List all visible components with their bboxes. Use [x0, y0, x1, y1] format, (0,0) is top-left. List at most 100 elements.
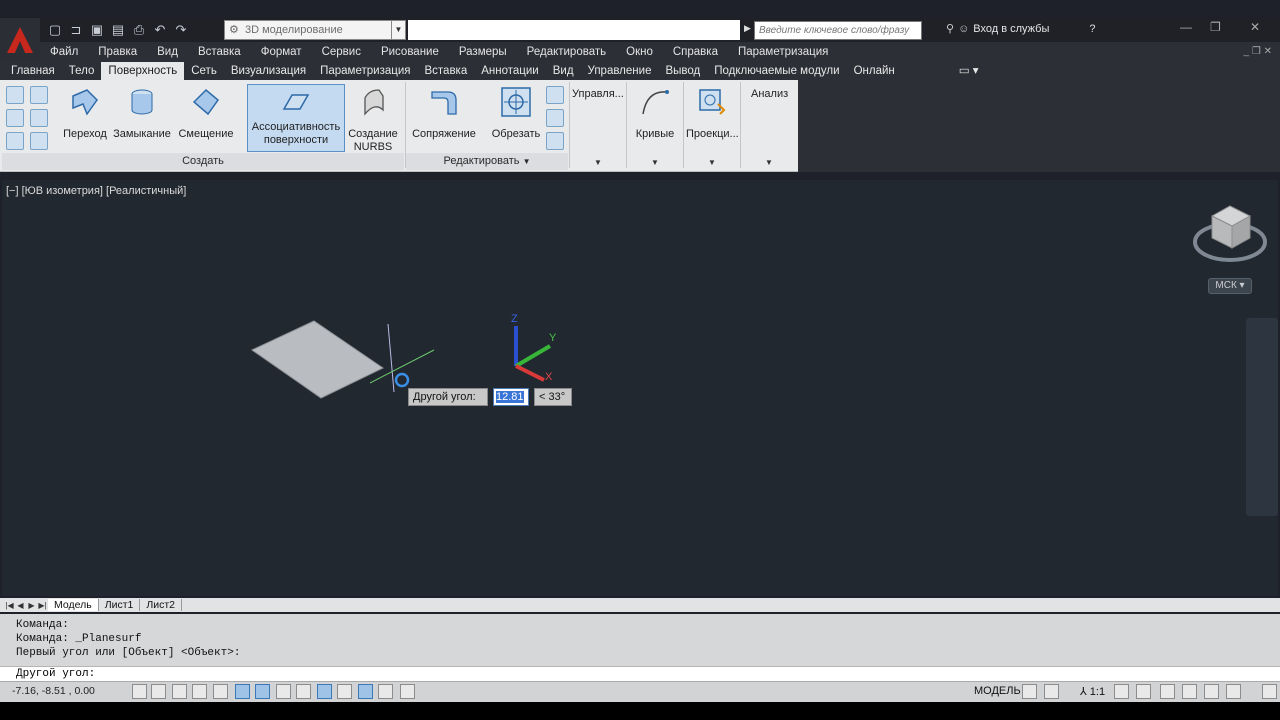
- new-file-icon[interactable]: ▢: [46, 21, 64, 39]
- curves-button[interactable]: Кривые: [630, 86, 680, 141]
- sculpt-icon[interactable]: [546, 132, 564, 150]
- search-input[interactable]: Введите ключевое слово/фразу: [754, 21, 922, 40]
- dynamic-input-distance[interactable]: 12.81: [493, 388, 529, 406]
- menu-help[interactable]: Справка: [663, 46, 728, 58]
- quick-properties-icon[interactable]: [378, 684, 393, 699]
- last-layout-icon[interactable]: ▶|: [37, 601, 48, 610]
- selection-cycling-icon[interactable]: [400, 684, 415, 699]
- object-snap-tracking-icon[interactable]: [276, 684, 291, 699]
- clean-screen-icon[interactable]: [1262, 684, 1277, 699]
- snap-mode-icon[interactable]: [151, 684, 166, 699]
- analysis-expand-icon[interactable]: ▼: [765, 158, 773, 167]
- tab-render[interactable]: Визуализация: [224, 62, 313, 80]
- workspace-dropdown[interactable]: ⚙ 3D моделирование ▼: [224, 20, 406, 40]
- tab-output[interactable]: Вывод: [658, 62, 707, 80]
- tab-manage[interactable]: Управление: [581, 62, 659, 80]
- coordinates-readout[interactable]: -7.16, -8.51 , 0.00: [12, 685, 95, 697]
- polar-tracking-icon[interactable]: [213, 684, 228, 699]
- lock-ui-icon[interactable]: [1182, 684, 1197, 699]
- tab-parametric[interactable]: Параметризация: [313, 62, 417, 80]
- menu-window[interactable]: Окно: [616, 46, 663, 58]
- menu-file[interactable]: Файл: [40, 46, 88, 58]
- tab-annotate[interactable]: Аннотации: [474, 62, 545, 80]
- menu-edit[interactable]: Правка: [88, 46, 147, 58]
- patch-icon[interactable]: [6, 132, 24, 150]
- tab-model[interactable]: Модель: [48, 599, 99, 611]
- menu-draw[interactable]: Рисование: [371, 46, 449, 58]
- revolve-surface-icon[interactable]: [6, 109, 24, 127]
- tab-view[interactable]: Вид: [546, 62, 581, 80]
- open-file-icon[interactable]: ⊐: [67, 21, 85, 39]
- menu-dimension[interactable]: Размеры: [449, 46, 517, 58]
- grid-display-icon[interactable]: [172, 684, 187, 699]
- search-expand-icon[interactable]: ▶: [744, 23, 751, 34]
- tab-insert[interactable]: Вставка: [417, 62, 474, 80]
- workspace-switching-icon[interactable]: [1160, 684, 1175, 699]
- next-layout-icon[interactable]: ▶: [26, 601, 37, 610]
- blend-icon[interactable]: [30, 132, 48, 150]
- auto-scale-icon[interactable]: [1136, 684, 1151, 699]
- drawing-canvas[interactable]: [2, 180, 1278, 596]
- untrim-icon[interactable]: [546, 86, 564, 104]
- fillet-button[interactable]: Сопряжение: [408, 86, 480, 141]
- ortho-mode-icon[interactable]: [192, 684, 207, 699]
- model-space-button[interactable]: МОДЕЛЬ: [974, 685, 1021, 697]
- menu-format[interactable]: Формат: [251, 46, 312, 58]
- 3d-object-snap-icon[interactable]: [255, 684, 270, 699]
- edit-panel-title[interactable]: Редактировать ▼: [406, 153, 568, 170]
- lineweight-icon[interactable]: [337, 684, 352, 699]
- tab-mesh[interactable]: Сеть: [184, 62, 224, 80]
- extend-icon[interactable]: [546, 109, 564, 127]
- menu-tools[interactable]: Сервис: [312, 46, 371, 58]
- chevron-down-icon[interactable]: ▼: [391, 21, 405, 39]
- offset-button[interactable]: Смещение: [176, 86, 236, 141]
- curves-expand-icon[interactable]: ▼: [651, 158, 659, 167]
- annotation-visibility-icon[interactable]: [1114, 684, 1129, 699]
- menu-insert[interactable]: Вставка: [188, 46, 251, 58]
- close-icon[interactable]: ✕: [1250, 20, 1260, 34]
- undo-icon[interactable]: ↶: [151, 21, 169, 39]
- network-button[interactable]: Замыкание: [112, 86, 172, 141]
- annotation-scale[interactable]: ⅄ 1:1: [1080, 685, 1105, 698]
- trim-button[interactable]: Обрезать: [488, 86, 544, 141]
- save-icon[interactable]: ▣: [88, 21, 106, 39]
- command-input[interactable]: Другой угол:: [0, 666, 1280, 681]
- tab-online[interactable]: Онлайн: [847, 62, 902, 80]
- menu-view[interactable]: Вид: [147, 46, 188, 58]
- menu-modify[interactable]: Редактировать: [517, 46, 616, 58]
- tab-layout2[interactable]: Лист2: [140, 599, 183, 611]
- navigation-bar[interactable]: [1246, 318, 1278, 516]
- tab-surface[interactable]: Поверхность: [101, 62, 185, 80]
- hardware-acceleration-icon[interactable]: [1204, 684, 1219, 699]
- save-as-icon[interactable]: ▤: [109, 21, 127, 39]
- document-window-controls[interactable]: _ ❐ ✕: [1244, 46, 1272, 57]
- binoculars-icon[interactable]: ⚲: [946, 22, 954, 35]
- tab-layout1[interactable]: Лист1: [99, 599, 141, 611]
- dynamic-ucs-icon[interactable]: [296, 684, 311, 699]
- help-icon[interactable]: ?: [1089, 23, 1095, 35]
- dynamic-input-icon[interactable]: [317, 684, 332, 699]
- transparency-icon[interactable]: [358, 684, 373, 699]
- associativity-button[interactable]: Ассоциативность поверхности: [247, 84, 345, 152]
- ucs-menu[interactable]: МСК ▾: [1208, 278, 1252, 294]
- sweep-surface-icon[interactable]: [30, 109, 48, 127]
- extrude-surface-icon[interactable]: [30, 86, 48, 104]
- isolate-objects-icon[interactable]: [1226, 684, 1241, 699]
- loft-button[interactable]: Переход: [62, 86, 108, 141]
- dynamic-input-angle[interactable]: < 33°: [534, 388, 572, 406]
- quick-view-layouts-icon[interactable]: [1022, 684, 1037, 699]
- application-menu-button[interactable]: [0, 18, 40, 62]
- menu-parametric[interactable]: Параметризация: [728, 46, 838, 58]
- tab-plugins[interactable]: Подключаемые модули: [707, 62, 846, 80]
- ribbon-options-icon[interactable]: ▭ ▾: [952, 62, 986, 80]
- object-snap-icon[interactable]: [235, 684, 250, 699]
- viewport-controls[interactable]: [−] [ЮВ изометрия] [Реалистичный]: [6, 185, 186, 197]
- infer-constraints-icon[interactable]: [132, 684, 147, 699]
- quick-view-drawings-icon[interactable]: [1044, 684, 1059, 699]
- signin-area[interactable]: ⚲ ☺ Вход в службы ?: [946, 22, 1096, 36]
- minimize-icon[interactable]: —: [1180, 20, 1192, 34]
- redo-icon[interactable]: ↷: [172, 21, 190, 39]
- project-button[interactable]: Проекци...: [686, 86, 739, 141]
- project-expand-icon[interactable]: ▼: [708, 158, 716, 167]
- prev-layout-icon[interactable]: ◀: [15, 601, 26, 610]
